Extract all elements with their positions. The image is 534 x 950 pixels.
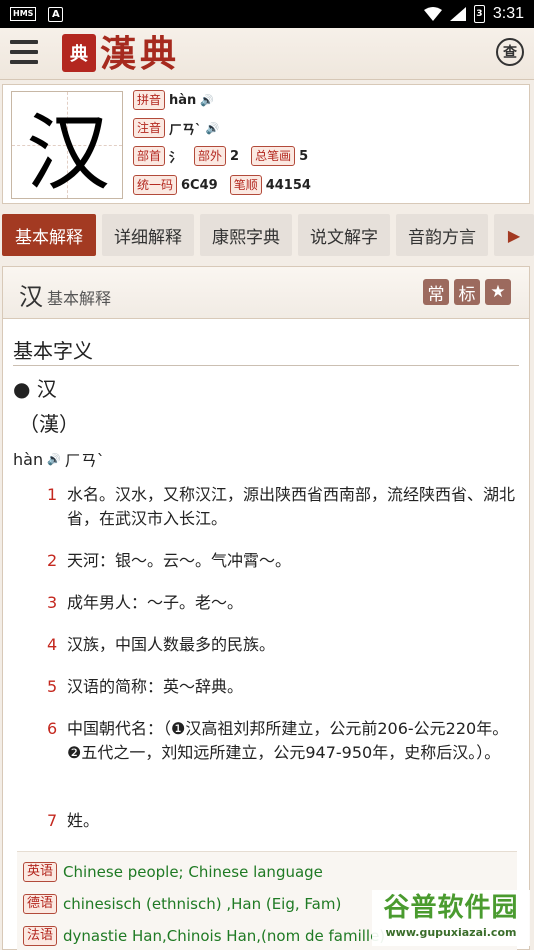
translation-text: Chinese people; Chinese language [63,863,323,881]
clock: 3:31 [492,5,524,22]
char-glyph-box: 汉 [11,91,123,202]
definition-number: 7 [47,811,58,830]
logo-seal: 典 [62,34,96,72]
entry-zhuyin: ㄏㄢˋ [64,451,105,470]
translation-text: dynastie Han,Chinois Han,(nom de famille… [63,927,386,945]
translation-row: 英语 Chinese people; Chinese language [23,862,323,882]
header-char: 汉 [19,283,43,311]
total-strokes-label: 总笔画 [251,146,296,166]
tab-phonology[interactable]: 音韵方言 [396,214,488,256]
definition-text: 中国朝代名：（❶汉高祖刘邦所建立，公元前206-公元220年。❷五代之一，刘知远… [67,719,509,762]
char-glyph: 汉 [25,103,110,202]
definition-item: 6 中国朝代名：（❶汉高祖刘邦所建立，公元前206-公元220年。❷五代之一，刘… [47,717,517,765]
radical-label: 部首 [133,146,166,166]
definition-item: 5 汉语的简称：英～辞典。 [47,675,517,699]
definition-number: 6 [47,719,58,738]
pinyin-value: hàn [169,92,197,108]
speaker-icon[interactable]: 🔊 [200,94,214,107]
tab-kangxi[interactable]: 康熙字典 [200,214,292,256]
pinyin-label: 拼音 [133,90,166,110]
entry-pinyin-row: hàn 🔊 ㄏㄢˋ [13,447,105,471]
language-tag: 英语 [23,862,58,882]
speaker-icon[interactable]: 🔊 [47,453,61,466]
definition-item: 4 汉族，中国人数最多的民族。 [47,633,517,657]
definition-item: 1 水名。汉水，又称汉江，源出陕西省西南部，流经陕西省、湖北省，在武汉市入长江。 [47,483,517,531]
speaker-icon[interactable]: 🔊 [206,122,220,135]
content-card: 汉 基本解释 常 标 ★ 基本字义 ● 汉 （漢） hàn 🔊 ㄏㄢˋ 1 水名… [2,266,530,950]
hms-icon: HMS [10,7,37,21]
content-header: 汉 基本解释 常 标 ★ [3,267,529,319]
char-info-panel: 汉 拼音 hàn 🔊 注音 ㄏㄢˋ 🔊 部首 氵 部外 2 总笔画 5 统一码 … [2,84,530,204]
zhuyin-row: 注音 ㄏㄢˋ 🔊 [133,118,219,138]
definition-item: 3 成年男人：～子。老～。 [47,591,517,615]
tab-shuowen[interactable]: 说文解字 [298,214,390,256]
stroke-order-value: 44154 [265,177,311,193]
extra-strokes-label: 部外 [194,146,227,166]
pinyin-row: 拼音 hàn 🔊 [133,90,214,110]
unicode-row: 统一码 6C49 笔顺 44154 [133,175,319,195]
unicode-value: 6C49 [181,177,218,193]
app-bar: 典 漢典 查 [0,28,534,80]
definition-item: 7 姓。 [47,809,517,833]
menu-icon[interactable] [10,40,38,66]
definition-text: 汉族，中国人数最多的民族。 [67,635,276,654]
definition-text: 水名。汉水，又称汉江，源出陕西省西南部，流经陕西省、湖北省，在武汉市入长江。 [67,485,516,528]
tab-detailed[interactable]: 详细解释 [102,214,194,256]
translation-row: 法语 dynastie Han,Chinois Han,(nom de fami… [23,926,385,946]
definition-number: 3 [47,593,58,612]
watermark-url: www.gupuxiazai.com [385,926,517,939]
entry-pinyin: hàn [13,449,44,469]
radical-row: 部首 氵 部外 2 总笔画 5 [133,146,316,166]
favorite-star-icon[interactable]: ★ [485,279,511,305]
definition-number: 4 [47,635,58,654]
definition-text: 汉语的简称：英～辞典。 [67,677,244,696]
a-notification-icon: A [48,6,64,22]
extra-strokes-value: 2 [230,148,240,164]
definition-number: 1 [47,485,58,504]
language-tag: 德语 [23,894,58,914]
common-badge: 常 [423,279,449,305]
section-divider [13,365,519,366]
tab-bar: 基本解释 详细解释 康熙字典 说文解字 音韵方言 ▶ [2,214,534,256]
battery-icon: 3 [473,5,485,23]
definition-text: 成年男人：～子。老～。 [67,593,244,612]
translation-text: chinesisch (ethnisch) ,Han (Eig, Fam) [63,895,342,913]
definition-text: 姓。 [67,811,100,830]
radical-value: 氵 [169,150,183,166]
entry-char: ● 汉 [13,377,57,401]
standard-badge: 标 [454,279,480,305]
total-strokes-value: 5 [299,148,309,164]
watermark: 谷普软件园 www.gupuxiazai.com [372,890,530,946]
watermark-title: 谷普软件园 [383,893,519,923]
wifi-icon [423,7,442,21]
definition-text: 天河：银～。云～。气冲霄～。 [67,551,292,570]
signal-icon [449,7,466,21]
language-tag: 法语 [23,926,58,946]
tab-basic[interactable]: 基本解释 [2,214,96,256]
definition-item: 2 天河：银～。云～。气冲霄～。 [47,549,517,573]
search-icon[interactable]: 查 [496,38,524,66]
section-title: 基本字义 [13,339,93,363]
translation-row: 德语 chinesisch (ethnisch) ,Han (Eig, Fam) [23,894,341,914]
zhuyin-label: 注音 [133,118,166,138]
header-label: 基本解释 [47,289,112,308]
definition-number: 2 [47,551,58,570]
tab-next-arrow-icon[interactable]: ▶ [494,214,534,256]
app-logo: 漢典 [100,33,181,75]
definition-number: 5 [47,677,58,696]
zhuyin-value: ㄏㄢˋ [169,122,202,138]
traditional-form: （漢） [19,412,79,436]
stroke-order-label: 笔顺 [229,175,262,195]
unicode-label: 统一码 [133,175,178,195]
status-bar: HMS A 3 3:31 [0,0,534,28]
